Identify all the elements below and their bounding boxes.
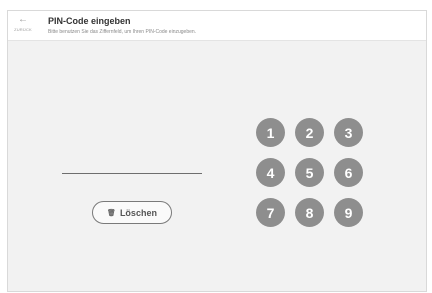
key-3[interactable]: 3: [334, 118, 363, 147]
key-9[interactable]: 9: [334, 198, 363, 227]
key-2[interactable]: 2: [295, 118, 324, 147]
page-title: PIN-Code eingeben: [48, 16, 131, 26]
key-7[interactable]: 7: [256, 198, 285, 227]
pin-input-underline: [62, 173, 202, 174]
header-bar: ← ZURÜCK PIN-Code eingeben Bitte benutze…: [8, 11, 426, 41]
pin-entry-screen: ← ZURÜCK PIN-Code eingeben Bitte benutze…: [7, 10, 427, 292]
key-1[interactable]: 1: [256, 118, 285, 147]
back-button[interactable]: ← ZURÜCK: [8, 14, 38, 32]
back-label: ZURÜCK: [14, 27, 32, 32]
page-subtitle: Bitte benutzen Sie das Ziffernfeld, um I…: [48, 29, 197, 35]
delete-label: Löschen: [119, 207, 157, 218]
key-5[interactable]: 5: [295, 158, 324, 187]
key-4[interactable]: 4: [256, 158, 285, 187]
back-arrow-icon: ←: [18, 14, 28, 25]
key-8[interactable]: 8: [295, 198, 324, 227]
delete-button[interactable]: 🗑 Löschen: [92, 201, 172, 224]
key-6[interactable]: 6: [334, 158, 363, 187]
trash-icon: 🗑: [107, 209, 116, 217]
